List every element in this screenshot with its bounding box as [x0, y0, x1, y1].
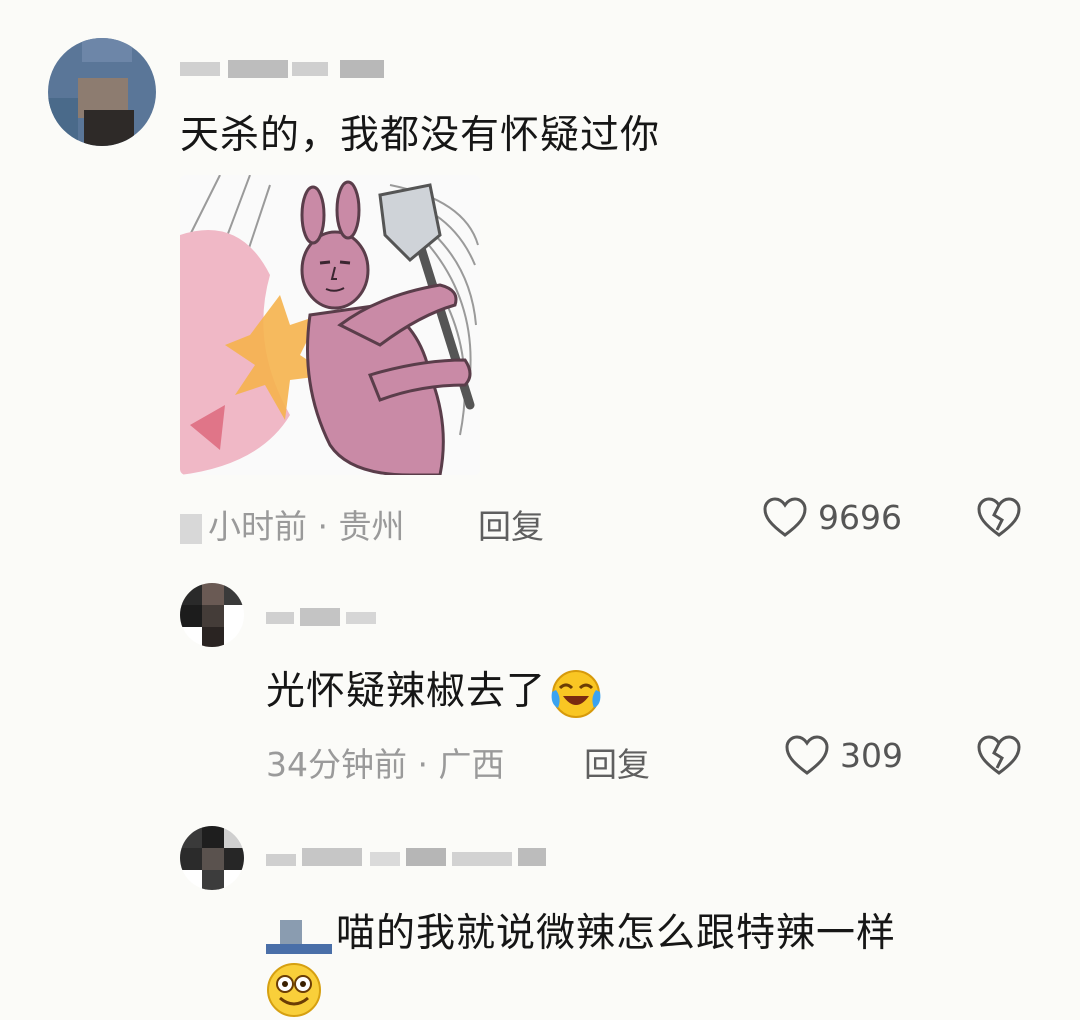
heart-icon	[762, 496, 808, 538]
like-button[interactable]: 309	[784, 734, 903, 776]
heart-icon	[784, 734, 830, 776]
like-count: 9696	[818, 497, 902, 537]
broken-heart-icon	[977, 497, 1021, 537]
comment-text: 天杀的，我都没有怀疑过你	[180, 113, 661, 158]
sticker-image[interactable]	[180, 175, 480, 475]
comment-text: 光怀疑辣椒去了	[266, 660, 604, 720]
comment-meta: 小时前 · 贵州	[180, 500, 404, 548]
avatar[interactable]	[180, 583, 244, 647]
laughing-crying-emoji-icon	[548, 668, 604, 720]
broken-heart-icon	[977, 735, 1021, 775]
like-button[interactable]: 9696	[762, 496, 902, 538]
smiling-emoji-icon	[264, 962, 324, 1018]
avatar[interactable]	[48, 38, 156, 146]
dislike-button[interactable]	[976, 734, 1022, 776]
username-obscured[interactable]	[180, 60, 390, 78]
username-obscured[interactable]	[266, 608, 386, 626]
avatar[interactable]	[180, 826, 244, 890]
time-obscured	[180, 513, 202, 544]
username-obscured[interactable]	[266, 848, 556, 866]
comment-meta: 34分钟前 · 广西	[266, 745, 505, 784]
mention-obscured[interactable]	[266, 918, 336, 954]
reply-button[interactable]: 回复	[584, 738, 650, 786]
like-count: 309	[840, 735, 903, 775]
comment-text: 喵的我就说微辣怎么跟特辣一样	[266, 902, 896, 958]
dislike-button[interactable]	[976, 496, 1022, 538]
rabbit-sticker-icon	[180, 175, 480, 475]
reply-button[interactable]: 回复	[478, 500, 544, 548]
